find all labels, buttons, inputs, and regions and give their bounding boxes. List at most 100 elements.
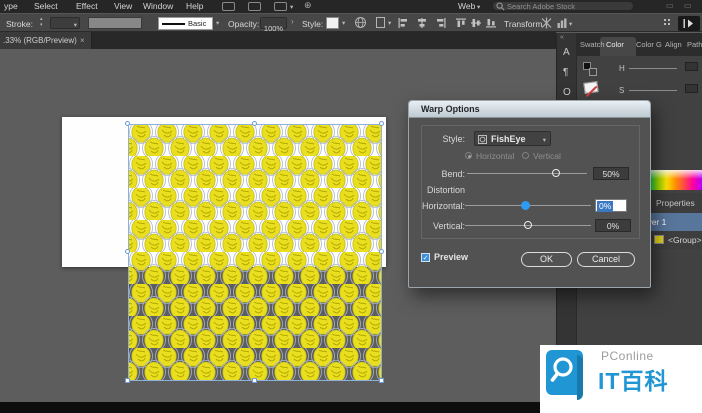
- distortion-label: Distortion: [427, 185, 465, 195]
- menu-window[interactable]: Window: [143, 0, 173, 13]
- menu-effect[interactable]: Effect: [76, 0, 98, 13]
- warp-style-dropdown[interactable]: FishEye ▾: [474, 131, 551, 146]
- horizontal-slider-thumb[interactable]: [521, 201, 530, 210]
- saturation-slider[interactable]: [629, 90, 677, 91]
- pconline-watermark: PConline IT百科: [540, 345, 702, 413]
- vertical-label: Vertical:: [409, 221, 465, 231]
- opacity-label: Opacity:: [228, 18, 259, 30]
- graph-options-icon[interactable]: [557, 18, 567, 28]
- logo-mark: [546, 350, 583, 395]
- align-top-icon[interactable]: [456, 18, 466, 28]
- panel-tab-bar: Swatch Color Color G Align Pathf: [577, 33, 702, 56]
- stroke-weight-select[interactable]: ▾: [50, 17, 80, 29]
- opacity-flyout-icon[interactable]: ›: [291, 17, 294, 26]
- selection-handle[interactable]: [125, 378, 130, 383]
- align-bottom-icon[interactable]: [486, 18, 496, 28]
- bend-slider-track[interactable]: [467, 173, 587, 174]
- menu-type[interactable]: ype: [4, 0, 18, 13]
- window-icon[interactable]: ▭: [684, 1, 692, 10]
- chevron-down-icon: ▾: [569, 20, 572, 28]
- selection-handle[interactable]: [125, 121, 130, 126]
- chevron-down-icon: ▾: [290, 3, 293, 11]
- saturation-value-box[interactable]: [685, 84, 698, 93]
- dialog-title: Warp Options: [421, 101, 480, 118]
- chevron-down-icon: ▾: [477, 3, 480, 11]
- app-bar-icon[interactable]: [222, 2, 235, 11]
- panel-toggle-icon: [683, 19, 695, 28]
- document-tab-title: .33% (RGB/Preview): [3, 32, 77, 49]
- transform-label[interactable]: Transform: [504, 18, 542, 30]
- grid-dots-icon[interactable]: [664, 19, 666, 21]
- radio-vertical-label: Vertical: [533, 151, 561, 161]
- tab-pathfinder[interactable]: Pathf: [687, 33, 702, 56]
- chevron-down-icon[interactable]: ▾: [342, 19, 345, 27]
- align-left-icon[interactable]: [398, 18, 408, 28]
- arrange-documents-icon[interactable]: [274, 2, 287, 11]
- vertical-slider-thumb[interactable]: [524, 221, 532, 229]
- graphic-style-swatch[interactable]: [326, 17, 339, 29]
- none-color-swatch[interactable]: [583, 81, 598, 94]
- align-middle-icon[interactable]: [471, 18, 481, 28]
- style-label: Style:: [409, 134, 465, 144]
- vertical-value-box[interactable]: 0%: [595, 219, 631, 232]
- stroke-panel-icon[interactable]: O: [563, 87, 571, 98]
- stroke-swatch[interactable]: [589, 68, 597, 76]
- app-bar-icon[interactable]: [248, 2, 261, 11]
- brush-definition-box[interactable]: Basic: [158, 17, 213, 30]
- close-icon[interactable]: ×: [80, 32, 85, 49]
- window-icon[interactable]: ▭: [666, 1, 674, 10]
- selection-handle[interactable]: [379, 378, 384, 383]
- preview-checkbox[interactable]: ✓: [421, 253, 430, 262]
- menu-view[interactable]: View: [114, 0, 132, 13]
- hue-slider[interactable]: [629, 68, 677, 69]
- document-tab-bar: .33% (RGB/Preview) ×: [0, 32, 556, 49]
- chevron-down-icon: ▾: [74, 21, 77, 29]
- globe-icon[interactable]: [354, 16, 367, 29]
- selection-handle[interactable]: [125, 249, 130, 254]
- panel-toggle-button[interactable]: [678, 16, 700, 31]
- hue-value-box[interactable]: [685, 62, 698, 71]
- bend-slider-thumb[interactable]: [552, 169, 560, 177]
- style-label: Style:: [302, 18, 323, 30]
- document-tab[interactable]: .33% (RGB/Preview) ×: [0, 32, 92, 49]
- dialog-title-bar[interactable]: Warp Options: [409, 101, 650, 118]
- document-setup-icon[interactable]: [376, 17, 385, 28]
- menu-select[interactable]: Select: [34, 0, 58, 13]
- saturation-label: S: [619, 86, 624, 95]
- bend-value-box[interactable]: 50%: [593, 167, 629, 180]
- character-panel-icon[interactable]: A: [563, 47, 570, 58]
- cancel-button[interactable]: Cancel: [577, 252, 635, 267]
- tab-color[interactable]: Color: [606, 33, 624, 56]
- radio-horizontal[interactable]: [465, 152, 472, 159]
- tab-color-guide[interactable]: Color G: [636, 33, 662, 56]
- selection-handle[interactable]: [252, 378, 257, 383]
- preview-label: Preview: [434, 252, 468, 262]
- stock-search-input[interactable]: [492, 1, 634, 11]
- tab-properties[interactable]: Properties: [656, 198, 695, 208]
- selection-handle[interactable]: [379, 249, 384, 254]
- collapse-panels-icon[interactable]: «: [560, 34, 564, 41]
- menu-bar: ype Select Effect View Window Help ▾ ⊕ W…: [0, 0, 702, 13]
- chevron-down-icon[interactable]: ▾: [216, 19, 219, 27]
- illustrator-window: ype Select Effect View Window Help ▾ ⊕ W…: [0, 0, 702, 413]
- brush-name: Basic: [188, 18, 206, 30]
- align-right-icon[interactable]: [436, 18, 446, 28]
- align-center-icon[interactable]: [417, 18, 427, 28]
- group-thumbnail: [654, 235, 664, 244]
- tab-align[interactable]: Align: [665, 33, 682, 56]
- radio-vertical[interactable]: [522, 152, 529, 159]
- bend-label: Bend:: [409, 169, 465, 179]
- paragraph-panel-icon[interactable]: ¶: [563, 67, 568, 78]
- stroke-weight-stepper[interactable]: ▴▾: [40, 16, 43, 28]
- stroke-profile-box[interactable]: [88, 17, 142, 29]
- ok-button[interactable]: OK: [521, 252, 572, 267]
- menu-help[interactable]: Help: [186, 0, 203, 13]
- radio-horizontal-label: Horizontal: [476, 151, 514, 161]
- selection-handle[interactable]: [379, 121, 384, 126]
- free-transform-icon[interactable]: [541, 17, 552, 29]
- horizontal-value-input[interactable]: 0%: [595, 199, 627, 212]
- selection-handle[interactable]: [252, 121, 257, 126]
- app-home-icon[interactable]: ⊕: [304, 0, 312, 11]
- tab-swatches[interactable]: Swatch: [580, 33, 605, 56]
- workspace-switcher[interactable]: Web: [458, 0, 475, 13]
